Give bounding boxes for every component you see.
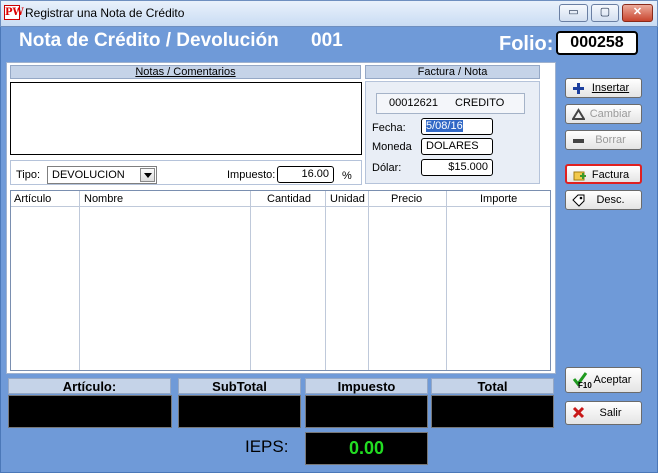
- close-x-icon: [572, 406, 585, 419]
- folio-value: 000258: [556, 31, 638, 55]
- fecha-label: Fecha:: [372, 122, 406, 134]
- factura-info: 00012621 CREDITO: [376, 93, 525, 114]
- doc-number: 001: [311, 30, 343, 51]
- moneda-label: Moneda: [372, 141, 412, 153]
- grid-col-divider: [251, 191, 326, 370]
- grid-col-divider: [11, 191, 80, 370]
- factura-button[interactable]: Factura: [565, 164, 642, 184]
- notas-textarea[interactable]: [10, 82, 362, 155]
- tag-icon: [572, 194, 585, 207]
- chevron-down-icon[interactable]: [140, 168, 155, 182]
- subtotal-label: SubTotal: [178, 378, 301, 394]
- total-box: [431, 395, 554, 428]
- impuesto-label: Impuesto:: [227, 169, 276, 181]
- articulo-total-label: Artículo:: [8, 378, 171, 394]
- tipo-label: Tipo:: [16, 169, 41, 181]
- articulo-total-box: [8, 395, 172, 428]
- ieps-value: 0.00: [305, 432, 428, 465]
- ieps-label: IEPS:: [245, 437, 289, 456]
- notas-header: Notas / Comentarios: [10, 65, 361, 79]
- maximize-button[interactable]: ▢: [591, 4, 619, 22]
- factura-number: 00012621: [389, 97, 438, 109]
- grid-col-divider: [80, 191, 251, 370]
- tipo-dropdown[interactable]: DEVOLUCION: [47, 166, 157, 184]
- tipo-value: DEVOLUCION: [52, 169, 125, 181]
- borrar-button[interactable]: Borrar: [565, 130, 642, 150]
- notas-label: Notas / Comentarios: [135, 66, 236, 78]
- col-importe[interactable]: Importe: [480, 192, 517, 207]
- subtotal-box: [178, 395, 301, 428]
- grid-col-divider: [326, 191, 369, 370]
- moneda-field[interactable]: DOLARES: [421, 138, 493, 155]
- borrar-label: Borrar: [595, 134, 626, 146]
- plus-icon: [573, 83, 584, 94]
- aceptar-shortcut: F10: [578, 381, 592, 390]
- impuesto-unit: %: [342, 170, 352, 182]
- factura-type: CREDITO: [455, 97, 505, 109]
- dolar-field[interactable]: $15.000: [421, 159, 493, 176]
- factura-header: Factura / Nota: [365, 65, 540, 79]
- salir-label: Salir: [599, 407, 622, 419]
- items-grid[interactable]: Artículo Nombre Cantidad Unidad Precio I…: [10, 190, 551, 371]
- impuesto-total-label: Impuesto: [305, 378, 428, 394]
- triangle-icon: [572, 108, 585, 120]
- grid-col-divider: [369, 191, 447, 370]
- fecha-field[interactable]: 5/08/16: [421, 118, 493, 135]
- doc-title: Nota de Crédito / Devolución: [19, 30, 279, 51]
- desc-button[interactable]: Desc.: [565, 190, 642, 210]
- total-label: Total: [431, 378, 554, 394]
- aceptar-button[interactable]: F10 Aceptar: [565, 367, 642, 393]
- insertar-label: Insertar: [591, 82, 630, 94]
- folder-add-icon: [573, 171, 586, 181]
- impuesto-total-box: [305, 395, 428, 428]
- dolar-label: Dólar:: [372, 162, 402, 174]
- minus-icon: [573, 139, 584, 143]
- close-button[interactable]: ✕: [622, 4, 653, 22]
- folio-label: Folio:: [499, 33, 554, 55]
- minimize-button[interactable]: ▭: [559, 4, 588, 22]
- insertar-button[interactable]: Insertar: [565, 78, 642, 98]
- fecha-value: 5/08/16: [426, 120, 463, 132]
- salir-button[interactable]: Salir: [565, 401, 642, 425]
- cambiar-button[interactable]: Cambiar: [565, 104, 642, 124]
- impuesto-field[interactable]: 16.00: [277, 166, 334, 183]
- window-title: Registrar una Nota de Crédito: [25, 6, 185, 20]
- app-logo-icon: PW: [4, 5, 24, 20]
- desc-label: Desc.: [596, 194, 625, 206]
